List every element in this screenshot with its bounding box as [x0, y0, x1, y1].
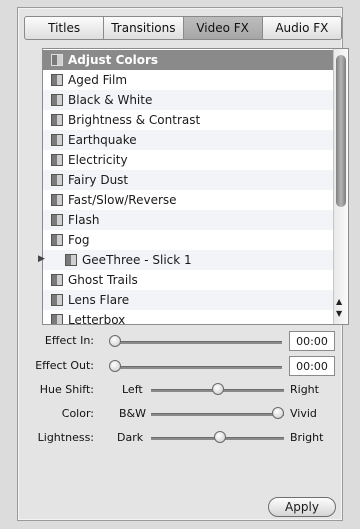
effect-out-label: Effect Out:: [35, 359, 94, 372]
effect-thumbnail-icon: [51, 194, 63, 206]
lightness-min-label: Dark: [117, 431, 144, 444]
list-item[interactable]: Flash: [43, 210, 333, 230]
lightness-slider-knob[interactable]: [214, 431, 226, 443]
list-item-label: Letterbox: [68, 313, 126, 325]
effect-thumbnail-icon: [51, 154, 63, 166]
tab-video-fx[interactable]: Video FX: [183, 17, 263, 39]
disclosure-triangle-icon[interactable]: ▶: [38, 254, 45, 264]
list-item[interactable]: Brightness & Contrast: [43, 110, 333, 130]
effect-thumbnail-icon: [51, 214, 63, 226]
effects-list[interactable]: Adjust Colors Aged Film Black & White Br…: [42, 48, 349, 325]
list-item[interactable]: Fog: [43, 230, 333, 250]
tab-audio-fx[interactable]: Audio FX: [263, 17, 341, 39]
list-item[interactable]: Electricity: [43, 150, 333, 170]
effect-thumbnail-icon: [51, 294, 63, 306]
scroll-down-arrow-icon[interactable]: ▼: [336, 309, 342, 318]
effect-out-slider[interactable]: [112, 366, 282, 369]
list-item-label: GeeThree - Slick 1: [82, 253, 192, 267]
effect-thumbnail-icon: [51, 114, 63, 126]
effect-in-time-field[interactable]: 00:00: [289, 331, 335, 351]
list-item-label: Flash: [68, 213, 100, 227]
list-item-label: Black & White: [68, 93, 153, 107]
hue-shift-max-label: Right: [290, 383, 319, 396]
hue-shift-slider-knob[interactable]: [212, 383, 224, 395]
lightness-max-label: Bright: [290, 431, 324, 444]
tab-titles[interactable]: Titles: [25, 17, 105, 39]
hue-shift-min-label: Left: [122, 383, 143, 396]
list-item[interactable]: Adjust Colors: [43, 50, 333, 70]
list-item[interactable]: Fast/Slow/Reverse: [43, 190, 333, 210]
scrollbar-thumb[interactable]: [336, 55, 346, 207]
list-item[interactable]: Letterbox: [43, 310, 333, 325]
tab-transitions[interactable]: Transitions: [104, 17, 184, 39]
list-item-label: Electricity: [68, 153, 128, 167]
effect-thumbnail-icon: [51, 174, 63, 186]
list-item-label: Earthquake: [68, 133, 137, 147]
hue-shift-label: Hue Shift:: [39, 383, 94, 396]
effect-thumbnail-icon: [51, 314, 63, 324]
list-item-label: Aged Film: [68, 73, 128, 87]
color-min-label: B&W: [119, 407, 147, 420]
lightness-label: Lightness:: [37, 431, 94, 444]
effect-out-slider-knob[interactable]: [109, 360, 121, 372]
list-scrollbar[interactable]: ▲ ▼: [333, 49, 348, 324]
list-item-label: Brightness & Contrast: [68, 113, 201, 127]
list-item-label: Fairy Dust: [68, 173, 129, 187]
list-item-label: Lens Flare: [68, 293, 130, 307]
effect-thumbnail-icon: [51, 274, 63, 286]
effect-thumbnail-icon: [51, 134, 63, 146]
list-item[interactable]: Fairy Dust: [43, 170, 333, 190]
list-item-label: Ghost Trails: [68, 273, 138, 287]
list-item[interactable]: GeeThree - Slick 1: [43, 250, 333, 270]
list-item-label: Adjust Colors: [68, 53, 159, 67]
effect-thumbnail-icon: [65, 254, 77, 266]
effect-out-time-field[interactable]: 00:00: [289, 356, 335, 376]
effect-in-slider[interactable]: [112, 341, 282, 344]
list-item[interactable]: Ghost Trails: [43, 270, 333, 290]
color-label: Color:: [61, 407, 94, 420]
scroll-up-arrow-icon[interactable]: ▲: [336, 297, 342, 306]
effect-in-label: Effect In:: [44, 334, 94, 347]
list-item[interactable]: Aged Film: [43, 70, 333, 90]
effects-tab-bar: Titles Transitions Video FX Audio FX: [24, 16, 342, 40]
apply-button[interactable]: Apply: [268, 497, 336, 517]
color-slider[interactable]: [151, 413, 284, 416]
list-item-label: Fast/Slow/Reverse: [68, 193, 177, 207]
effect-thumbnail-icon: [51, 74, 63, 86]
color-max-label: Vivid: [290, 407, 317, 420]
list-item[interactable]: Earthquake: [43, 130, 333, 150]
list-item[interactable]: Lens Flare: [43, 290, 333, 310]
effect-thumbnail-icon: [51, 94, 63, 106]
list-item[interactable]: Black & White: [43, 90, 333, 110]
effect-thumbnail-icon: [51, 54, 63, 66]
effect-thumbnail-icon: [51, 234, 63, 246]
effect-in-slider-knob[interactable]: [109, 335, 121, 347]
list-item-label: Fog: [68, 233, 90, 247]
color-slider-knob[interactable]: [272, 407, 284, 419]
